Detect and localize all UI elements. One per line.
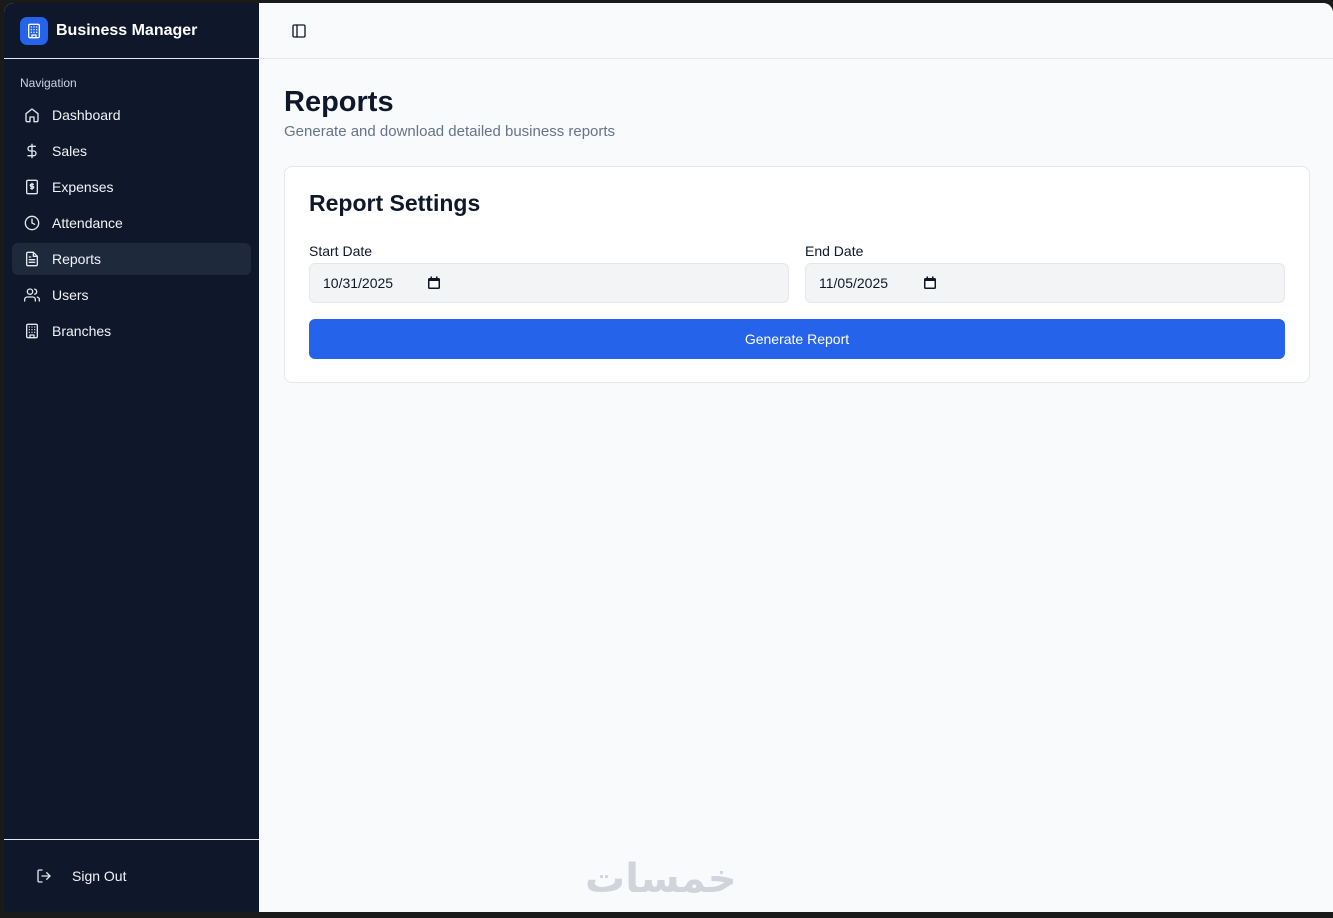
start-date-input[interactable]: 10/31/2025 <box>309 263 789 303</box>
sidebar-item-reports[interactable]: Reports <box>12 243 251 275</box>
sidebar: Business Manager Navigation Dashboard Sa… <box>4 3 259 912</box>
receipt-icon <box>26 179 38 195</box>
page-title: Reports <box>284 86 394 118</box>
brand-header[interactable]: Business Manager <box>4 3 259 59</box>
sidebar-footer: Sign Out <box>4 839 259 912</box>
main-area: Reports Generate and download detailed b… <box>259 3 1333 912</box>
sidebar-toggle-button[interactable] <box>287 19 311 43</box>
sidebar-item-users[interactable]: Users <box>12 279 251 311</box>
end-date-field: End Date 11/05/2025 <box>805 243 1285 303</box>
sidebar-item-label: Expenses <box>52 179 114 195</box>
sidebar-item-sales[interactable]: Sales <box>12 135 251 167</box>
top-bar <box>259 3 1333 59</box>
start-date-value: 10/31/2025 <box>323 275 394 291</box>
panel-left-icon <box>292 23 306 38</box>
building-logo-icon <box>20 16 48 45</box>
start-date-field: Start Date 10/31/2025 <box>309 243 789 303</box>
nav-section-label: Navigation <box>20 76 77 90</box>
sidebar-item-label: Dashboard <box>52 107 121 123</box>
sign-out-label: Sign Out <box>72 868 127 884</box>
sidebar-item-branches[interactable]: Branches <box>12 315 251 347</box>
sidebar-item-expenses[interactable]: Expenses <box>12 171 251 203</box>
app-title: Business Manager <box>56 21 198 39</box>
users-icon <box>24 288 40 302</box>
app-window: Business Manager Navigation Dashboard Sa… <box>4 3 1333 912</box>
sidebar-nav: Dashboard Sales Expenses Attendance Repo… <box>4 99 259 351</box>
dollar-icon <box>27 143 37 159</box>
watermark: خمسات <box>585 856 737 902</box>
sidebar-item-label: Branches <box>52 323 112 339</box>
sidebar-item-attendance[interactable]: Attendance <box>12 207 251 239</box>
file-text-icon <box>26 251 38 267</box>
calendar-icon[interactable] <box>427 276 441 290</box>
log-out-icon <box>37 869 51 883</box>
building-icon <box>26 323 38 339</box>
sidebar-item-label: Sales <box>52 143 88 159</box>
start-date-label: Start Date <box>309 243 373 259</box>
page-content: Reports Generate and download detailed b… <box>259 59 1333 383</box>
generate-report-button[interactable]: Generate Report <box>309 319 1285 359</box>
home-icon <box>25 108 39 123</box>
sidebar-item-label: Attendance <box>52 215 123 231</box>
calendar-icon[interactable] <box>923 276 937 290</box>
date-fields: Start Date 10/31/2025 End Date 11/05/202… <box>309 243 1285 303</box>
page-subtitle: Generate and download detailed business … <box>284 123 616 140</box>
sidebar-item-label: Reports <box>52 251 102 267</box>
end-date-input[interactable]: 11/05/2025 <box>805 263 1285 303</box>
clock-icon <box>24 215 40 231</box>
card-title: Report Settings <box>309 190 481 216</box>
end-date-value: 11/05/2025 <box>819 275 889 291</box>
sidebar-item-dashboard[interactable]: Dashboard <box>12 99 251 131</box>
sign-out-button[interactable]: Sign Out <box>12 858 259 894</box>
sidebar-item-label: Users <box>52 287 89 303</box>
report-settings-card: Report Settings Start Date 10/31/2025 En… <box>284 166 1310 383</box>
end-date-label: End Date <box>805 243 864 259</box>
